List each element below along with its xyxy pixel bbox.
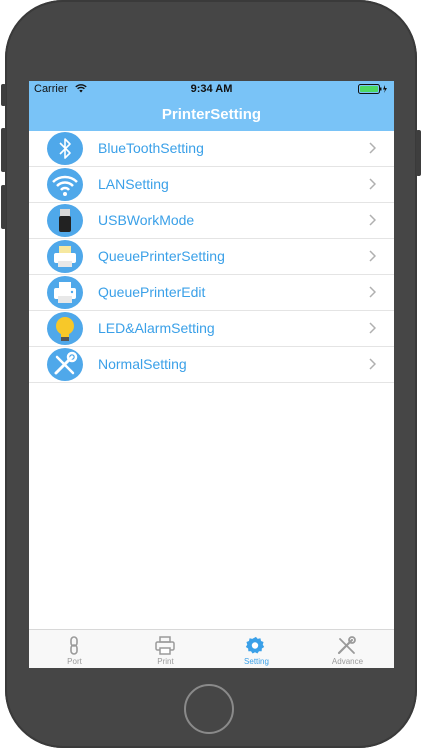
tab-label: Port (67, 657, 82, 666)
setting-label: LED&AlarmSetting (98, 320, 215, 336)
gear-icon (245, 636, 265, 654)
navigation-bar: PrinterSetting (29, 98, 394, 131)
setting-row-queue-printer-edit[interactable]: QueuePrinterEdit (29, 275, 394, 311)
tab-setting[interactable]: Setting (211, 630, 302, 668)
tab-print[interactable]: Print (120, 630, 211, 668)
printer-queue-icon (47, 240, 83, 273)
chevron-right-icon (369, 322, 376, 334)
chevron-right-icon (369, 286, 376, 298)
setting-label: LANSetting (98, 176, 169, 192)
mute-switch (1, 84, 6, 106)
usb-icon (47, 204, 83, 237)
tab-port[interactable]: Port (29, 630, 120, 668)
status-time: 9:34 AM (190, 83, 233, 95)
setting-label: BlueToothSetting (98, 140, 204, 156)
setting-row-queue-printer-setting[interactable]: QueuePrinterSetting (29, 239, 394, 275)
setting-label: QueuePrinterSetting (98, 248, 225, 264)
tab-label: Setting (244, 657, 269, 666)
app-screen: Carrier 9:34 AM PrinterSetting BlueTooth… (29, 81, 394, 668)
setting-row-usb[interactable]: USBWorkMode (29, 203, 394, 239)
setting-row-bluetooth[interactable]: BlueToothSetting (29, 131, 394, 167)
printer-icon (155, 636, 175, 655)
chevron-right-icon (369, 214, 376, 226)
tab-advance[interactable]: Advance (302, 630, 393, 668)
chevron-right-icon (369, 358, 376, 370)
setting-label: QueuePrinterEdit (98, 284, 206, 300)
settings-list: BlueToothSetting LANSetting USBWorkMode … (29, 131, 394, 383)
tab-label: Advance (331, 657, 364, 666)
volume-up-button (1, 128, 6, 172)
setting-row-lan[interactable]: LANSetting (29, 167, 394, 203)
wrench-screwdriver-icon (47, 348, 83, 381)
setting-label: USBWorkMode (98, 212, 195, 228)
volume-down-button (1, 185, 6, 229)
page-title: PrinterSetting (161, 106, 262, 123)
power-button (416, 130, 421, 176)
wifi-icon (47, 168, 83, 201)
setting-row-normal[interactable]: NormalSetting (29, 347, 394, 383)
chevron-right-icon (369, 142, 376, 154)
battery-icon (358, 84, 387, 94)
setting-row-led-alarm[interactable]: LED&AlarmSetting (29, 311, 394, 347)
home-button[interactable] (184, 684, 234, 734)
tab-bar: Port Print Setting Advance (29, 629, 394, 668)
printer-edit-icon (47, 276, 83, 309)
chevron-right-icon (369, 178, 376, 190)
tools-icon (337, 636, 356, 655)
tab-label: Print (157, 657, 174, 666)
link-icon (70, 636, 78, 655)
chevron-right-icon (369, 250, 376, 262)
setting-label: NormalSetting (98, 356, 187, 372)
bluetooth-icon (47, 132, 83, 165)
status-bar: Carrier 9:34 AM (29, 81, 394, 98)
lightbulb-icon (47, 312, 83, 345)
